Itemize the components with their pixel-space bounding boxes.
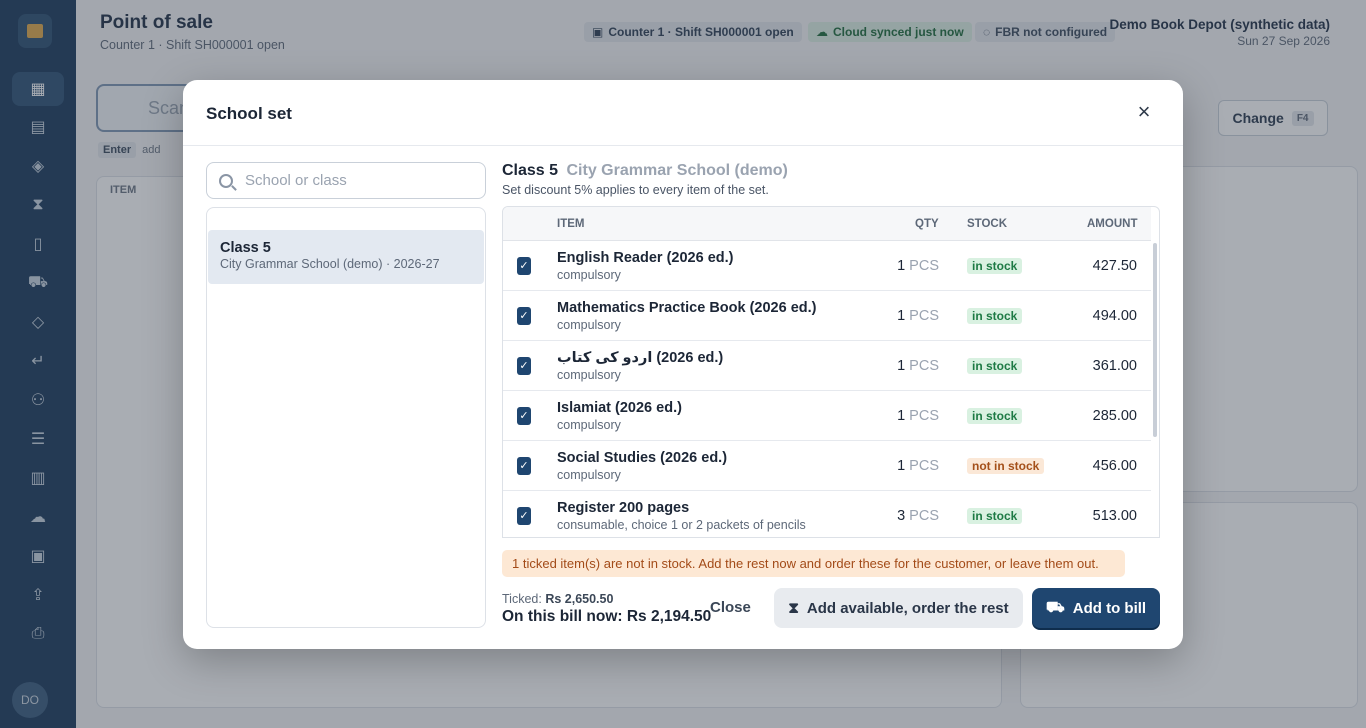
item-amount: 513.00 (1092, 508, 1137, 524)
hourglass-icon: ⧗ (788, 599, 799, 617)
item-qty[interactable]: 1 PCS (897, 258, 939, 274)
stock-badge: in stock (967, 258, 1023, 274)
table-scrollbar[interactable] (1153, 243, 1157, 437)
item-name: Register 200 pages (557, 500, 690, 516)
set-heading: Class 5 City Grammar School (demo) (502, 162, 788, 180)
stock-badge: not in stock (967, 458, 1045, 474)
item-qty[interactable]: 3 PCS (897, 508, 939, 524)
item-qty[interactable]: 1 PCS (897, 458, 939, 474)
item-type: compulsory (557, 368, 621, 382)
row-checkbox[interactable]: ✓ (517, 457, 531, 475)
item-type: compulsory (557, 268, 621, 282)
close-icon[interactable]: × (1133, 101, 1155, 124)
set-items-table: ITEM QTY STOCK AMOUNT ✓ English Reader (… (502, 206, 1160, 538)
table-header: ITEM QTY STOCK AMOUNT (503, 207, 1151, 241)
set-school: City Grammar School (demo) (566, 162, 788, 179)
list-item-title: Class 5 (220, 240, 271, 256)
dialog-title: School set (206, 104, 292, 123)
item-amount: 427.50 (1092, 258, 1137, 274)
table-row[interactable]: ✓ اردو کی کتاب (2026 ed.) compulsory 1 PC… (503, 341, 1151, 391)
item-name: English Reader (2026 ed.) (557, 250, 734, 266)
col-item: ITEM (557, 218, 585, 230)
ticked-total: Ticked: Rs 2,650.50 (502, 592, 614, 606)
divider (183, 145, 1183, 146)
school-set-list: Class 5 City Grammar School (demo) · 202… (206, 207, 486, 628)
row-checkbox[interactable]: ✓ (517, 357, 531, 375)
list-item[interactable]: Class 5 City Grammar School (demo) · 202… (208, 230, 484, 284)
item-qty[interactable]: 1 PCS (897, 308, 939, 324)
item-amount: 361.00 (1092, 358, 1137, 374)
stock-badge: in stock (967, 508, 1023, 524)
item-type: compulsory (557, 468, 621, 482)
school-search-input[interactable] (245, 172, 465, 189)
col-qty: QTY (915, 218, 939, 230)
stock-badge: in stock (967, 308, 1023, 324)
stock-warning: 1 ticked item(s) are not in stock. Add t… (502, 550, 1125, 577)
row-checkbox[interactable]: ✓ (517, 407, 531, 425)
item-type: compulsory (557, 418, 621, 432)
item-name: Islamiat (2026 ed.) (557, 400, 682, 416)
search-icon (219, 173, 233, 188)
item-name: Social Studies (2026 ed.) (557, 450, 728, 466)
cart-icon: ⛟ (1045, 598, 1065, 616)
row-checkbox[interactable]: ✓ (517, 257, 531, 275)
table-row[interactable]: ✓ Register 200 pages consumable, choice … (503, 491, 1151, 537)
list-item-subtitle: City Grammar School (demo) · 2026-27 (220, 257, 440, 271)
item-name: Mathematics Practice Book (2026 ed.) (557, 300, 817, 316)
item-type: consumable, choice 1 or 2 packets of pen… (557, 518, 806, 532)
col-amount: AMOUNT (1087, 218, 1138, 230)
row-checkbox[interactable]: ✓ (517, 307, 531, 325)
stock-badge: in stock (967, 408, 1023, 424)
item-amount: 456.00 (1092, 458, 1137, 474)
table-row[interactable]: ✓ English Reader (2026 ed.) compulsory 1… (503, 241, 1151, 291)
table-row[interactable]: ✓ Islamiat (2026 ed.) compulsory 1 PCS in… (503, 391, 1151, 441)
item-name: اردو کی کتاب (2026 ed.) (557, 350, 724, 366)
table-row[interactable]: ✓ Mathematics Practice Book (2026 ed.) c… (503, 291, 1151, 341)
table-row[interactable]: ✓ Social Studies (2026 ed.) compulsory 1… (503, 441, 1151, 491)
bill-now-total: On this bill now: Rs 2,194.50 (502, 608, 712, 625)
close-button[interactable]: Close (710, 599, 751, 616)
add-available-button[interactable]: ⧗ Add available, order the rest (774, 588, 1023, 628)
item-amount: 285.00 (1092, 408, 1137, 424)
row-checkbox[interactable]: ✓ (517, 507, 531, 525)
set-class: Class 5 (502, 162, 559, 179)
item-type: compulsory (557, 318, 621, 332)
item-qty[interactable]: 1 PCS (897, 408, 939, 424)
school-search[interactable] (206, 162, 486, 199)
stock-badge: in stock (967, 358, 1023, 374)
school-set-dialog: School set × Class 5 City Grammar School… (183, 80, 1183, 649)
item-amount: 494.00 (1092, 308, 1137, 324)
add-to-bill-button[interactable]: ⛟ Add to bill (1032, 588, 1160, 628)
item-qty[interactable]: 1 PCS (897, 358, 939, 374)
col-stock: STOCK (967, 218, 1008, 230)
set-discount-note: Set discount 5% applies to every item of… (502, 183, 769, 197)
